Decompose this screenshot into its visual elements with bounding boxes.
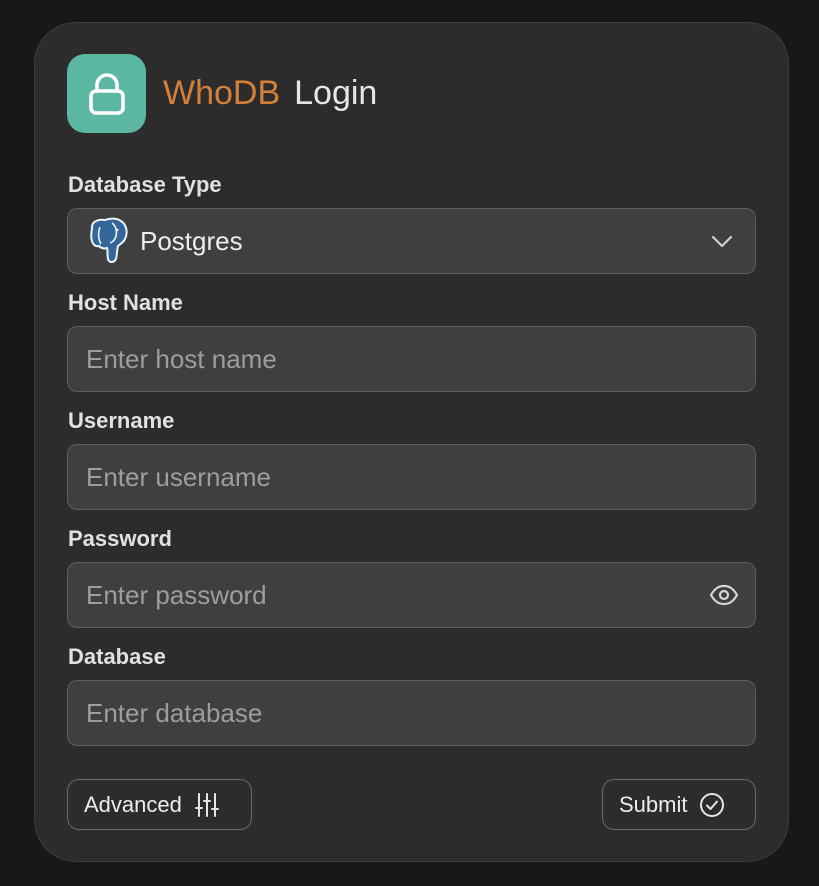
password-input[interactable] [86, 579, 701, 611]
username-input[interactable] [86, 461, 737, 493]
app-logo [67, 54, 146, 133]
database-input[interactable] [86, 697, 737, 729]
password-label: Password [68, 526, 172, 551]
database-field [67, 680, 756, 746]
host-name-field [67, 326, 756, 392]
database-type-select[interactable]: Postgres [67, 208, 756, 274]
lock-icon [88, 72, 125, 115]
sliders-icon [194, 792, 219, 817]
eye-icon[interactable] [709, 580, 739, 610]
selected-database-type: Postgres [140, 225, 243, 256]
password-field [67, 562, 756, 628]
chevron-down-icon [711, 235, 733, 248]
host-name-label: Host Name [68, 290, 183, 315]
host-name-input[interactable] [86, 343, 737, 375]
check-circle-icon [700, 792, 725, 817]
page-title: WhoDB Login [163, 72, 377, 114]
database-type-label: Database Type [68, 172, 222, 197]
submit-button-label: Submit [619, 791, 688, 817]
database-label: Database [68, 644, 166, 669]
advanced-button[interactable]: Advanced [67, 779, 252, 830]
postgres-elephant-icon [90, 217, 128, 263]
title-text: Login [294, 74, 378, 112]
username-field [67, 444, 756, 510]
brand-name: WhoDB [163, 74, 281, 112]
submit-button[interactable]: Submit [602, 779, 756, 830]
advanced-button-label: Advanced [84, 791, 182, 817]
username-label: Username [68, 408, 175, 433]
